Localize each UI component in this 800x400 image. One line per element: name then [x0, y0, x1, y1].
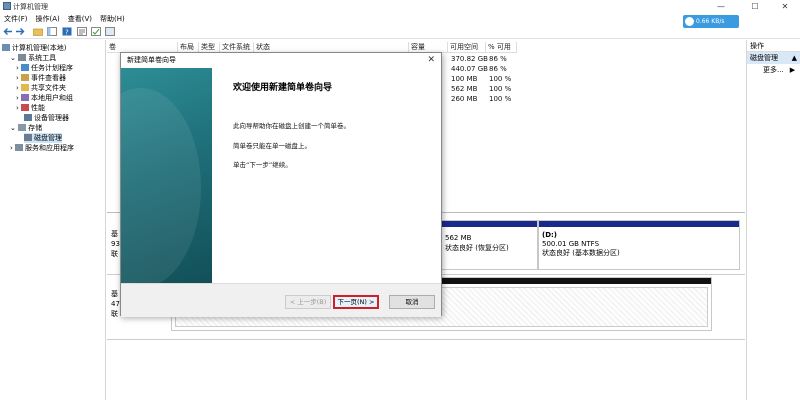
disk1-info: 基 47 联: [111, 290, 120, 318]
wizard-banner-image: [121, 68, 212, 283]
tree-item-system-tools[interactable]: ⌄ 系统工具: [10, 53, 56, 63]
tools-icon: [18, 54, 27, 61]
event-viewer-icon: [21, 74, 30, 81]
row-free: 370.82 GB: [451, 55, 488, 63]
actions-header: 操作: [747, 40, 800, 52]
wizard-text-1: 此向导帮助你在磁盘上创建一个简单卷。: [233, 122, 350, 130]
storage-icon: [18, 124, 27, 131]
tree-root[interactable]: 计算机管理(本地): [2, 43, 66, 53]
wizard-heading: 欢迎使用新建简单卷向导: [233, 83, 333, 93]
toolbar: ?: [0, 25, 800, 39]
tree-item-local-users[interactable]: › 本地用户和组: [16, 93, 73, 103]
menu-file[interactable]: 文件(F): [0, 13, 32, 25]
console-tree: 计算机管理(本地) ⌄ 系统工具 › 任务计划程序 › 事件查看器 › 共享文件…: [0, 40, 106, 400]
new-simple-volume-wizard: 新建简单卷向导 ✕ 欢迎使用新建简单卷向导 此向导帮助你在磁盘上创建一个简单卷。…: [120, 52, 442, 317]
device-manager-icon: [24, 114, 32, 121]
cancel-button[interactable]: 取消: [389, 295, 435, 309]
properties-icon[interactable]: [77, 27, 87, 36]
title-bar: 计算机管理 — ☐ ✕: [0, 0, 800, 13]
back-button[interactable]: < 上一步(B): [285, 295, 331, 309]
disk-divider: [107, 339, 745, 340]
dialog-title-bar: 新建简单卷向导 ✕: [121, 53, 441, 68]
actions-more[interactable]: 更多... ▶: [747, 64, 800, 76]
wizard-text-2: 简单卷只能在单一磁盘上。: [233, 142, 311, 150]
view-icon[interactable]: [105, 27, 115, 36]
actions-pane: 操作 磁盘管理 ▲ 更多... ▶: [746, 40, 800, 400]
services-icon: [15, 144, 24, 151]
dialog-title: 新建简单卷向导: [127, 56, 176, 64]
tree-item-storage[interactable]: ⌄ 存储: [10, 123, 42, 133]
console-tree-icon[interactable]: [47, 27, 57, 36]
svg-text:?: ?: [65, 29, 69, 37]
forward-arrow-icon[interactable]: [15, 27, 25, 36]
submenu-arrow-icon: ▶: [789, 66, 796, 74]
row-pct: 86 %: [489, 65, 507, 73]
row-free: 100 MB: [451, 75, 478, 83]
minimize-button[interactable]: —: [706, 1, 736, 12]
disk-icon: [24, 134, 32, 141]
shared-folder-icon: [21, 84, 30, 91]
help-icon[interactable]: ?: [62, 27, 72, 36]
tree-item-services[interactable]: › 服务和应用程序: [10, 143, 74, 153]
partition-recovery[interactable]: 562 MB 状态良好 (恢复分区): [441, 220, 538, 270]
clock-icon: [21, 64, 30, 71]
row-free: 562 MB: [451, 85, 478, 93]
maximize-button[interactable]: ☐: [740, 1, 770, 12]
folder-up-icon[interactable]: [33, 27, 43, 36]
row-pct: 100 %: [489, 85, 512, 93]
partition-d[interactable]: (D:) 500.01 GB NTFS 状态良好 (基本数据分区): [538, 220, 740, 270]
performance-icon: [21, 104, 30, 111]
menu-action[interactable]: 操作(A): [32, 13, 64, 25]
window-title: 计算机管理: [13, 3, 48, 11]
tree-item-disk-management[interactable]: 磁盘管理: [24, 133, 62, 143]
tree-item-device-manager[interactable]: 设备管理器: [24, 113, 69, 123]
tree-item-event-viewer[interactable]: › 事件查看器: [16, 73, 66, 83]
check-list-icon[interactable]: [91, 27, 101, 36]
disk0-info: 基 93 联: [111, 230, 120, 258]
row-free: 440.07 GB: [451, 65, 488, 73]
menu-help[interactable]: 帮助(H): [96, 13, 129, 25]
back-arrow-icon[interactable]: [3, 27, 13, 36]
row-pct: 86 %: [489, 55, 507, 63]
tree-item-task-scheduler[interactable]: › 任务计划程序: [16, 63, 73, 73]
next-button[interactable]: 下一页(N) >: [333, 295, 379, 309]
menu-view[interactable]: 查看(V): [64, 13, 96, 25]
computer-management-icon: [3, 2, 11, 10]
close-window-button[interactable]: ✕: [770, 1, 800, 12]
dialog-footer: < 上一步(B) 下一页(N) > 取消: [121, 283, 441, 317]
menu-bar: 文件(F) 操作(A) 查看(V) 帮助(H): [0, 13, 800, 25]
close-icon[interactable]: ✕: [427, 55, 435, 66]
row-pct: 100 %: [489, 95, 512, 103]
computer-icon: [2, 44, 10, 51]
col-free-space[interactable]: 可用空间: [448, 42, 486, 53]
tree-item-shared-folders[interactable]: › 共享文件夹: [16, 83, 66, 93]
row-pct: 100 %: [489, 75, 512, 83]
col-percent-free[interactable]: % 可用: [486, 42, 517, 53]
actions-disk-management[interactable]: 磁盘管理 ▲: [747, 52, 800, 64]
users-icon: [21, 94, 30, 101]
collapse-arrow-icon: ▲: [791, 54, 797, 62]
tree-item-performance[interactable]: › 性能: [16, 103, 45, 113]
wizard-text-3: 单击“下一步”继续。: [233, 161, 292, 169]
dialog-body: 欢迎使用新建简单卷向导 此向导帮助你在磁盘上创建一个简单卷。 简单卷只能在单一磁…: [121, 68, 441, 283]
row-free: 260 MB: [451, 95, 478, 103]
